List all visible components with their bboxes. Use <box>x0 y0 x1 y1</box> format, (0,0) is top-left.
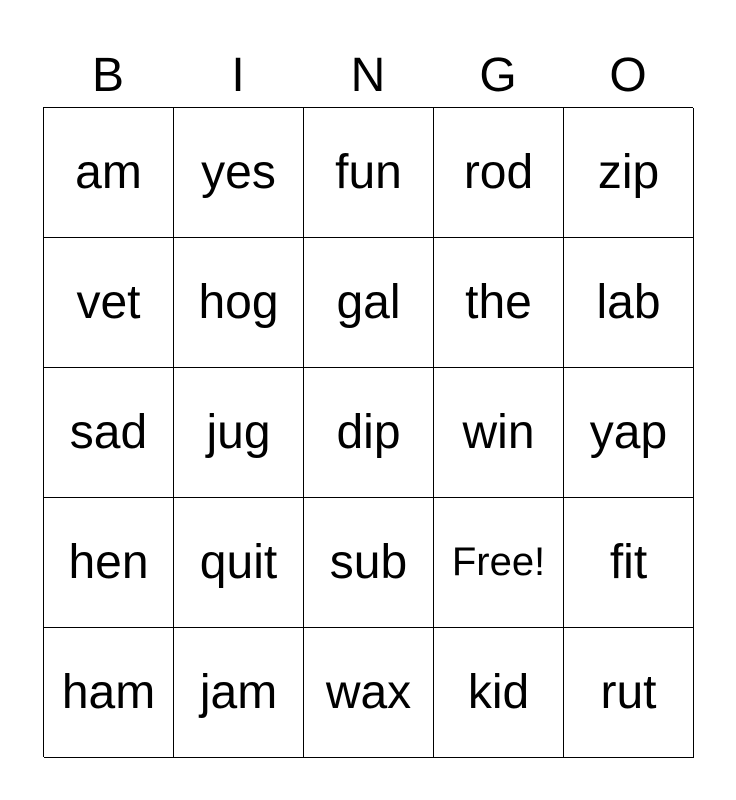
header-letter-n: N <box>350 49 386 102</box>
bingo-cell[interactable]: win <box>434 368 564 498</box>
bingo-grid: am yes fun rod zip vet hog gal the lab sad jug dip wi… <box>43 107 694 758</box>
bingo-cell[interactable]: dip <box>304 368 434 498</box>
bingo-cell[interactable]: am <box>44 108 174 238</box>
bingo-cell[interactable]: sub <box>304 498 434 628</box>
bingo-cell[interactable]: fit <box>564 498 694 628</box>
bingo-cell[interactable]: gal <box>304 238 434 368</box>
header-letter-o: O <box>609 49 647 102</box>
bingo-cell[interactable]: vet <box>44 238 174 368</box>
bingo-header: B I N G O <box>43 46 693 106</box>
bingo-cell[interactable]: rod <box>434 108 564 238</box>
bingo-cell[interactable]: zip <box>564 108 694 238</box>
header-letter-b: B <box>91 49 124 102</box>
header-letter-g: G <box>479 49 517 102</box>
bingo-cell[interactable]: hog <box>174 238 304 368</box>
bingo-cell[interactable]: yes <box>174 108 304 238</box>
free-space-cell[interactable]: Free! <box>434 498 564 628</box>
header-letter-i: I <box>231 49 245 102</box>
bingo-cell[interactable]: the <box>434 238 564 368</box>
bingo-cell[interactable]: fun <box>304 108 434 238</box>
bingo-cell[interactable]: jug <box>174 368 304 498</box>
bingo-cell[interactable]: ham <box>44 628 174 758</box>
bingo-cell[interactable]: wax <box>304 628 434 758</box>
bingo-cell[interactable]: rut <box>564 628 694 758</box>
bingo-cell[interactable]: sad <box>44 368 174 498</box>
bingo-cell[interactable]: quit <box>174 498 304 628</box>
bingo-cell[interactable]: jam <box>174 628 304 758</box>
bingo-cell[interactable]: yap <box>564 368 694 498</box>
bingo-cell[interactable]: hen <box>44 498 174 628</box>
bingo-cell[interactable]: kid <box>434 628 564 758</box>
bingo-cell[interactable]: lab <box>564 238 694 368</box>
